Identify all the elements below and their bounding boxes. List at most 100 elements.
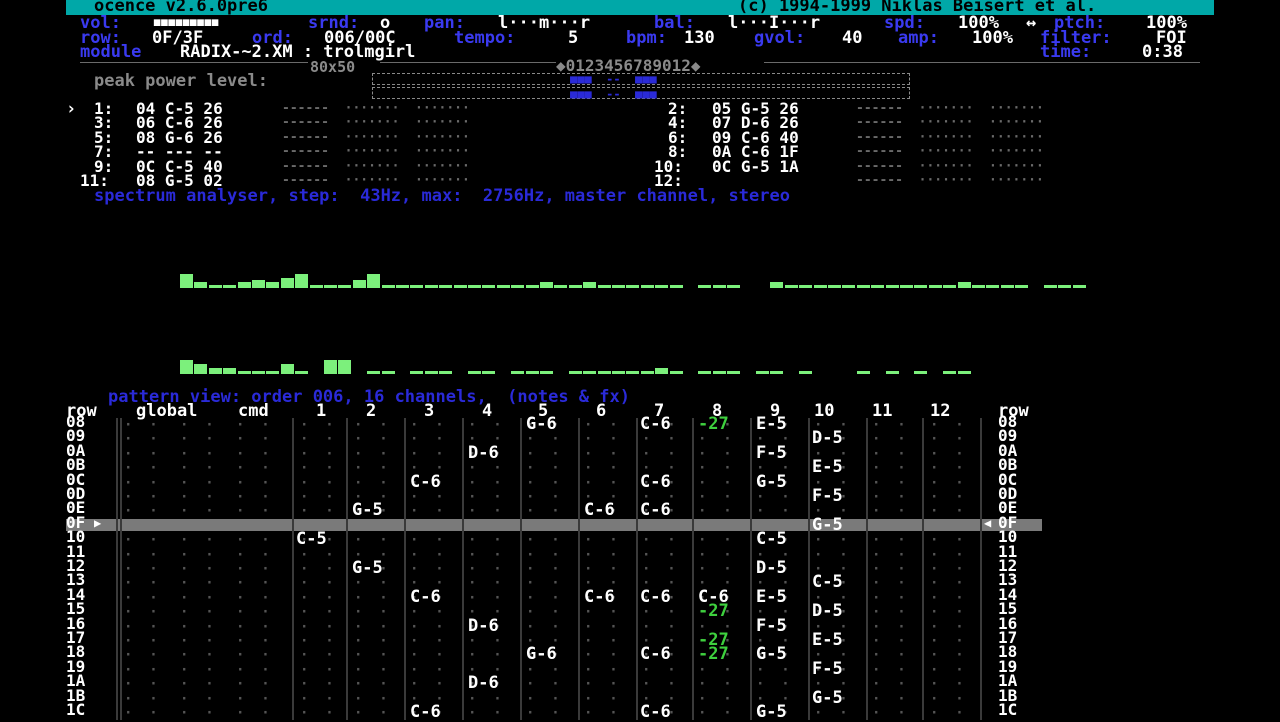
note-cell[interactable]: G-5: [812, 689, 843, 706]
note-cell[interactable]: G-6: [526, 416, 557, 433]
channel-header[interactable]: 10: [814, 403, 834, 420]
vol-meter[interactable]: ▪▪▪▪▪▪▪▪▪: [152, 14, 220, 31]
channel-header[interactable]: 12: [930, 403, 950, 420]
note-cell[interactable]: D-6: [468, 444, 499, 461]
note-cell[interactable]: F-5: [812, 660, 843, 677]
note-cell[interactable]: C-6: [584, 500, 615, 521]
note-cell[interactable]: C-6: [640, 646, 671, 663]
empty-cell: · ·: [584, 546, 618, 563]
empty-cell: · ·: [124, 503, 158, 520]
empty-cell: · ·: [642, 445, 676, 462]
note-cell[interactable]: G-5: [756, 473, 787, 490]
spectrum-bar: [871, 285, 885, 288]
note-cell[interactable]: D-5: [756, 560, 787, 577]
empty-cell: · ·: [236, 661, 270, 678]
channel-note[interactable]: 0C G-5 1A: [712, 158, 799, 174]
note-cell[interactable]: E-5: [756, 416, 787, 433]
note-cell[interactable]: C-5: [812, 574, 843, 591]
spectrum-bar: [266, 371, 280, 374]
note-cell[interactable]: D-6: [468, 617, 499, 634]
channel-header[interactable]: 1: [316, 403, 326, 420]
empty-cell: · ·: [698, 460, 732, 477]
spectrum-bar: [468, 371, 481, 374]
note-cell[interactable]: F-5: [756, 617, 787, 634]
spectrum-bar: [280, 364, 294, 374]
empty-cell: · ·: [354, 431, 388, 448]
note-cell[interactable]: D-5: [812, 430, 843, 447]
channel-header[interactable]: 11: [872, 403, 892, 420]
note-text: C-6: [410, 586, 441, 607]
note-cell[interactable]: C-6: [640, 473, 671, 490]
note-cell[interactable]: C-6: [584, 588, 615, 605]
note-cell[interactable]: D-5: [812, 603, 843, 620]
empty-cell: · ·: [236, 503, 270, 520]
empty-cell: · ·: [124, 417, 158, 433]
note-cell[interactable]: C-6: [640, 502, 671, 519]
note-cell[interactable]: F-5: [812, 488, 843, 505]
empty-cell: · ·: [930, 460, 964, 477]
note-text: E-5: [756, 586, 787, 607]
channel-header[interactable]: 4: [482, 403, 492, 420]
empty-cell: · ·: [124, 460, 158, 477]
empty-cell: · ·: [814, 546, 848, 563]
channel-scope: ------ ······· ·······: [856, 173, 1044, 188]
note-cell[interactable]: D-6: [468, 675, 499, 692]
mode-box[interactable]: 80x50: [310, 60, 355, 75]
empty-cell: · ·: [526, 705, 560, 721]
empty-cell: · ·: [584, 474, 618, 491]
empty-cell: · ·: [180, 589, 214, 606]
note-cell[interactable]: C-6: [640, 416, 671, 433]
note-cell[interactable]: C-6: [410, 586, 441, 607]
empty-cell: · ·: [410, 489, 444, 505]
empty-cell: · ·: [584, 431, 618, 448]
note-cell[interactable]: G-6: [526, 644, 557, 665]
note-cell[interactable]: C-6: [640, 704, 671, 721]
empty-cell: · ·: [872, 690, 906, 707]
empty-cell: · ·: [584, 705, 618, 721]
note-cell[interactable]: G-5: [352, 560, 383, 577]
note-cell[interactable]: E-5: [812, 632, 843, 649]
empty-cell: · ·: [236, 431, 270, 448]
note-cell[interactable]: C-5: [756, 531, 787, 548]
amp-value[interactable]: 100%: [972, 30, 1013, 47]
empty-cell: · ·: [300, 474, 334, 491]
empty-cell: · ·: [354, 445, 388, 462]
spectrum-bar: [770, 371, 784, 374]
empty-cell: · ·: [180, 633, 214, 649]
empty-cell: · ·: [354, 474, 388, 491]
note-cell[interactable]: F-5: [756, 444, 787, 461]
empty-cell: · ·: [354, 604, 388, 621]
spectrum-bar: [194, 282, 208, 288]
note-cell[interactable]: G-5: [352, 502, 383, 519]
note-cell[interactable]: G-5: [756, 704, 787, 721]
empty-cell: · ·: [468, 561, 502, 577]
channel-header[interactable]: 6: [596, 403, 606, 420]
empty-cell: · ·: [930, 417, 964, 433]
note-text: G-6: [526, 644, 557, 665]
spectrum-bar: [770, 282, 784, 288]
column-divider: [402, 418, 406, 720]
note-cell[interactable]: E-5: [812, 459, 843, 476]
channel-header[interactable]: 3: [424, 403, 434, 420]
empty-cell: · ·: [354, 647, 388, 664]
empty-cell: · ·: [756, 489, 790, 505]
note-cell[interactable]: C-6: [410, 473, 441, 490]
channel-header[interactable]: 2: [366, 403, 376, 420]
note-cell[interactable]: E-5: [756, 586, 787, 607]
spectrum-bar: [280, 278, 294, 288]
effect-cell[interactable]: -27: [698, 646, 729, 663]
note-cell[interactable]: C-6: [640, 588, 671, 605]
empty-cell: · ·: [300, 503, 334, 520]
empty-cell: · ·: [468, 647, 502, 664]
note-cell[interactable]: G-5: [756, 646, 787, 663]
spectrum-bar: [640, 371, 654, 374]
note-cell[interactable]: C-5: [296, 531, 327, 548]
spectrum-bar: [295, 274, 309, 288]
effect-cell[interactable]: -27: [698, 416, 729, 433]
note-cell[interactable]: G-5: [812, 516, 843, 533]
row-number: 1C: [66, 700, 86, 719]
link-icon[interactable]: ↔: [1026, 15, 1036, 32]
note-text: C-6: [584, 500, 615, 521]
effect-cell[interactable]: -27: [698, 603, 729, 620]
note-cell[interactable]: C-6: [410, 704, 441, 721]
